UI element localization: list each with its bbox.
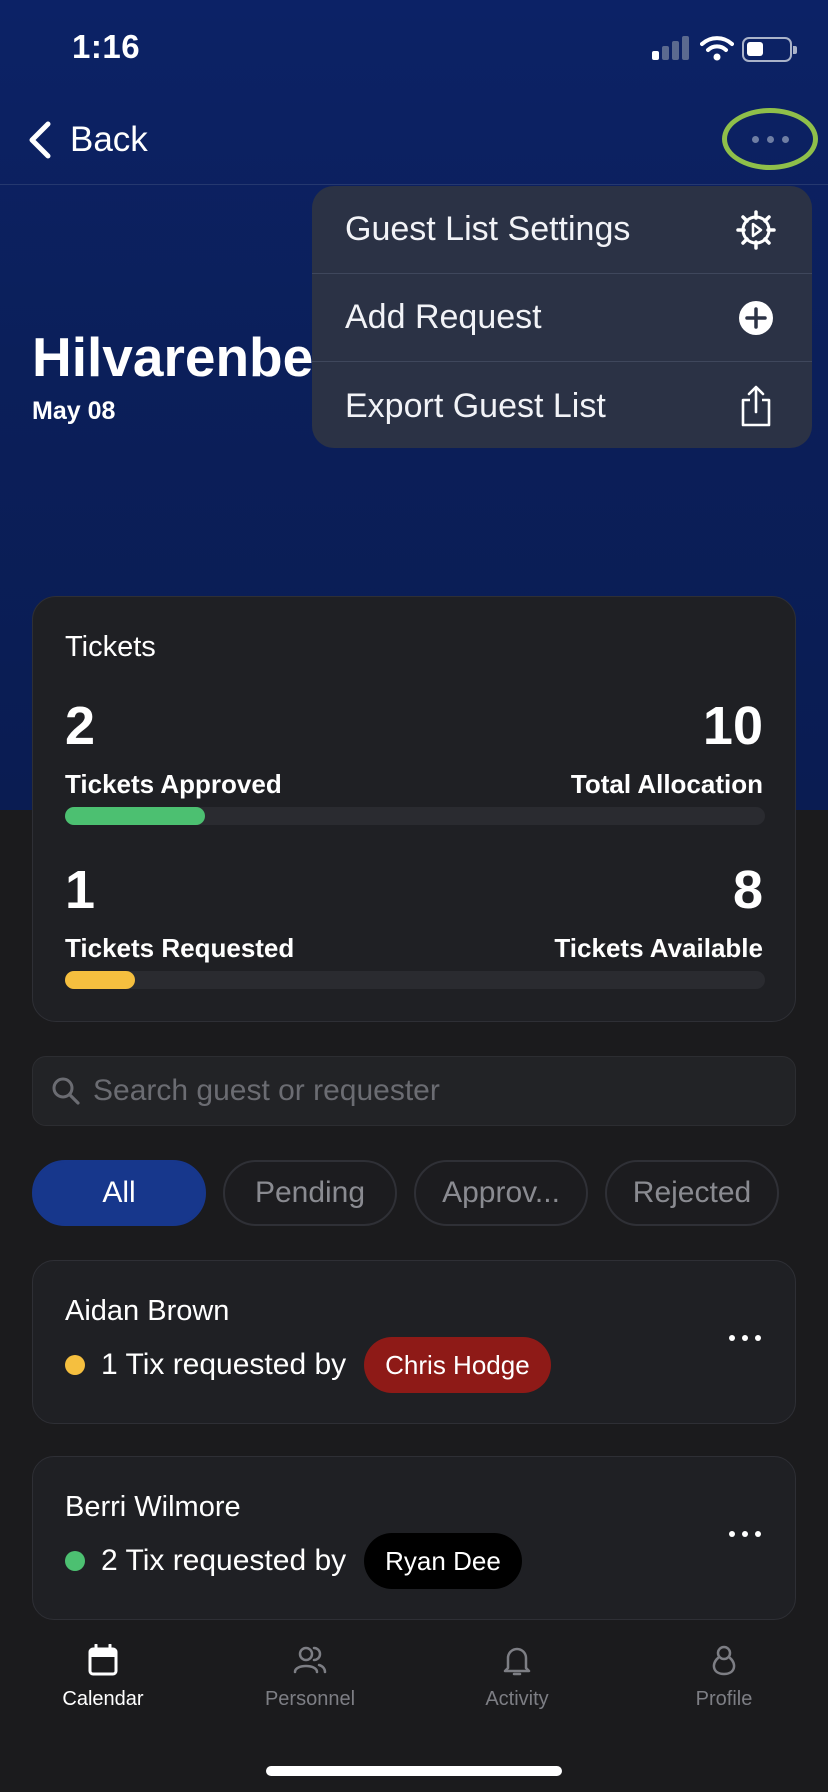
requester-badge[interactable]: Chris Hodge bbox=[364, 1337, 551, 1393]
more-options-button[interactable] bbox=[722, 108, 818, 170]
calendar-icon bbox=[88, 1644, 118, 1676]
dot bbox=[729, 1531, 735, 1537]
request-text: 1 Tix requested by bbox=[101, 1348, 347, 1381]
tab-label: Activity bbox=[485, 1688, 549, 1710]
tickets-requested-label: Tickets Requested bbox=[65, 933, 295, 963]
tickets-approved-value: 2 bbox=[65, 696, 96, 756]
gear-icon bbox=[736, 209, 776, 250]
requested-progress-fill bbox=[65, 971, 135, 989]
bell-icon bbox=[503, 1647, 531, 1676]
guest-more-button[interactable] bbox=[723, 1329, 767, 1347]
home-indicator bbox=[266, 1766, 562, 1776]
chevron-left-icon bbox=[29, 121, 51, 159]
tab-calendar[interactable]: Calendar bbox=[23, 1644, 183, 1711]
back-label: Back bbox=[70, 120, 148, 159]
guest-list-item[interactable]: Berri Wilmore 2 Tix requested by Ryan De… bbox=[32, 1456, 796, 1620]
tickets-card: Tickets 2 10 Tickets Approved Total Allo… bbox=[32, 596, 796, 1022]
tickets-card-title: Tickets bbox=[65, 631, 156, 663]
dot bbox=[742, 1531, 748, 1537]
menu-item-label: Add Request bbox=[345, 298, 542, 336]
tab-label: Calendar bbox=[62, 1688, 144, 1710]
total-allocation-value: 10 bbox=[702, 696, 763, 756]
filter-chip-approved[interactable]: Approv... bbox=[414, 1160, 588, 1226]
nav-divider bbox=[0, 184, 828, 185]
search-icon bbox=[52, 1077, 80, 1105]
back-button[interactable]: Back bbox=[24, 118, 148, 162]
guest-name: Berri Wilmore bbox=[65, 1491, 241, 1523]
cellular-signal-icon bbox=[652, 36, 690, 60]
search-bar bbox=[32, 1056, 796, 1126]
request-text: 2 Tix requested by bbox=[101, 1544, 347, 1577]
dot bbox=[729, 1335, 735, 1341]
tickets-available-value: 8 bbox=[732, 860, 763, 920]
battery-icon bbox=[742, 37, 797, 62]
menu-item-label: Export Guest List bbox=[345, 386, 606, 425]
menu-item-add-request[interactable]: Add Request bbox=[312, 274, 812, 362]
tab-profile[interactable]: Profile bbox=[644, 1644, 804, 1711]
guest-request-line: 1 Tix requested by Chris Hodge bbox=[65, 1337, 551, 1393]
guest-request-line: 2 Tix requested by Ryan Dee bbox=[65, 1533, 522, 1589]
search-input[interactable] bbox=[93, 1074, 753, 1108]
requester-badge[interactable]: Ryan Dee bbox=[364, 1533, 522, 1589]
dot bbox=[781, 135, 789, 143]
menu-item-guest-list-settings[interactable]: Guest List Settings bbox=[312, 186, 812, 274]
filter-chip-all[interactable]: All bbox=[32, 1160, 206, 1226]
status-dot-pending bbox=[65, 1355, 85, 1375]
filter-chip-pending[interactable]: Pending bbox=[223, 1160, 397, 1226]
share-icon bbox=[736, 385, 776, 427]
approved-progress-fill bbox=[65, 807, 205, 825]
dot bbox=[742, 1335, 748, 1341]
dot bbox=[751, 135, 759, 143]
menu-item-label: Guest List Settings bbox=[345, 210, 631, 248]
status-dot-approved bbox=[65, 1551, 85, 1571]
event-date: May 08 bbox=[32, 397, 116, 425]
approved-progress-track bbox=[65, 807, 765, 825]
requested-progress-track bbox=[65, 971, 765, 989]
guest-more-button[interactable] bbox=[723, 1525, 767, 1543]
person-icon bbox=[712, 1645, 736, 1676]
total-allocation-label: Total Allocation bbox=[570, 769, 763, 799]
filter-chip-rejected[interactable]: Rejected bbox=[605, 1160, 779, 1226]
wifi-icon bbox=[700, 36, 734, 61]
dot bbox=[755, 1335, 761, 1341]
dot bbox=[755, 1531, 761, 1537]
menu-item-export-guest-list[interactable]: Export Guest List bbox=[312, 362, 812, 448]
status-time: 1:16 bbox=[72, 28, 141, 65]
tab-label: Personnel bbox=[264, 1688, 356, 1710]
tab-label: Profile bbox=[695, 1688, 753, 1710]
options-menu: Guest List Settings Add Request Export G… bbox=[312, 186, 812, 448]
people-icon bbox=[293, 1646, 327, 1674]
plus-circle-icon bbox=[736, 298, 776, 338]
guest-name: Aidan Brown bbox=[65, 1295, 230, 1327]
guest-list-item[interactable]: Aidan Brown 1 Tix requested by Chris Hod… bbox=[32, 1260, 796, 1424]
dot bbox=[766, 135, 774, 143]
tickets-requested-value: 1 bbox=[65, 860, 96, 920]
tickets-approved-label: Tickets Approved bbox=[65, 769, 282, 799]
event-title: Hilvarenbe bbox=[32, 326, 314, 388]
tab-personnel[interactable]: Personnel bbox=[230, 1644, 390, 1711]
tab-activity[interactable]: Activity bbox=[437, 1644, 597, 1711]
tickets-available-label: Tickets Available bbox=[554, 933, 763, 963]
